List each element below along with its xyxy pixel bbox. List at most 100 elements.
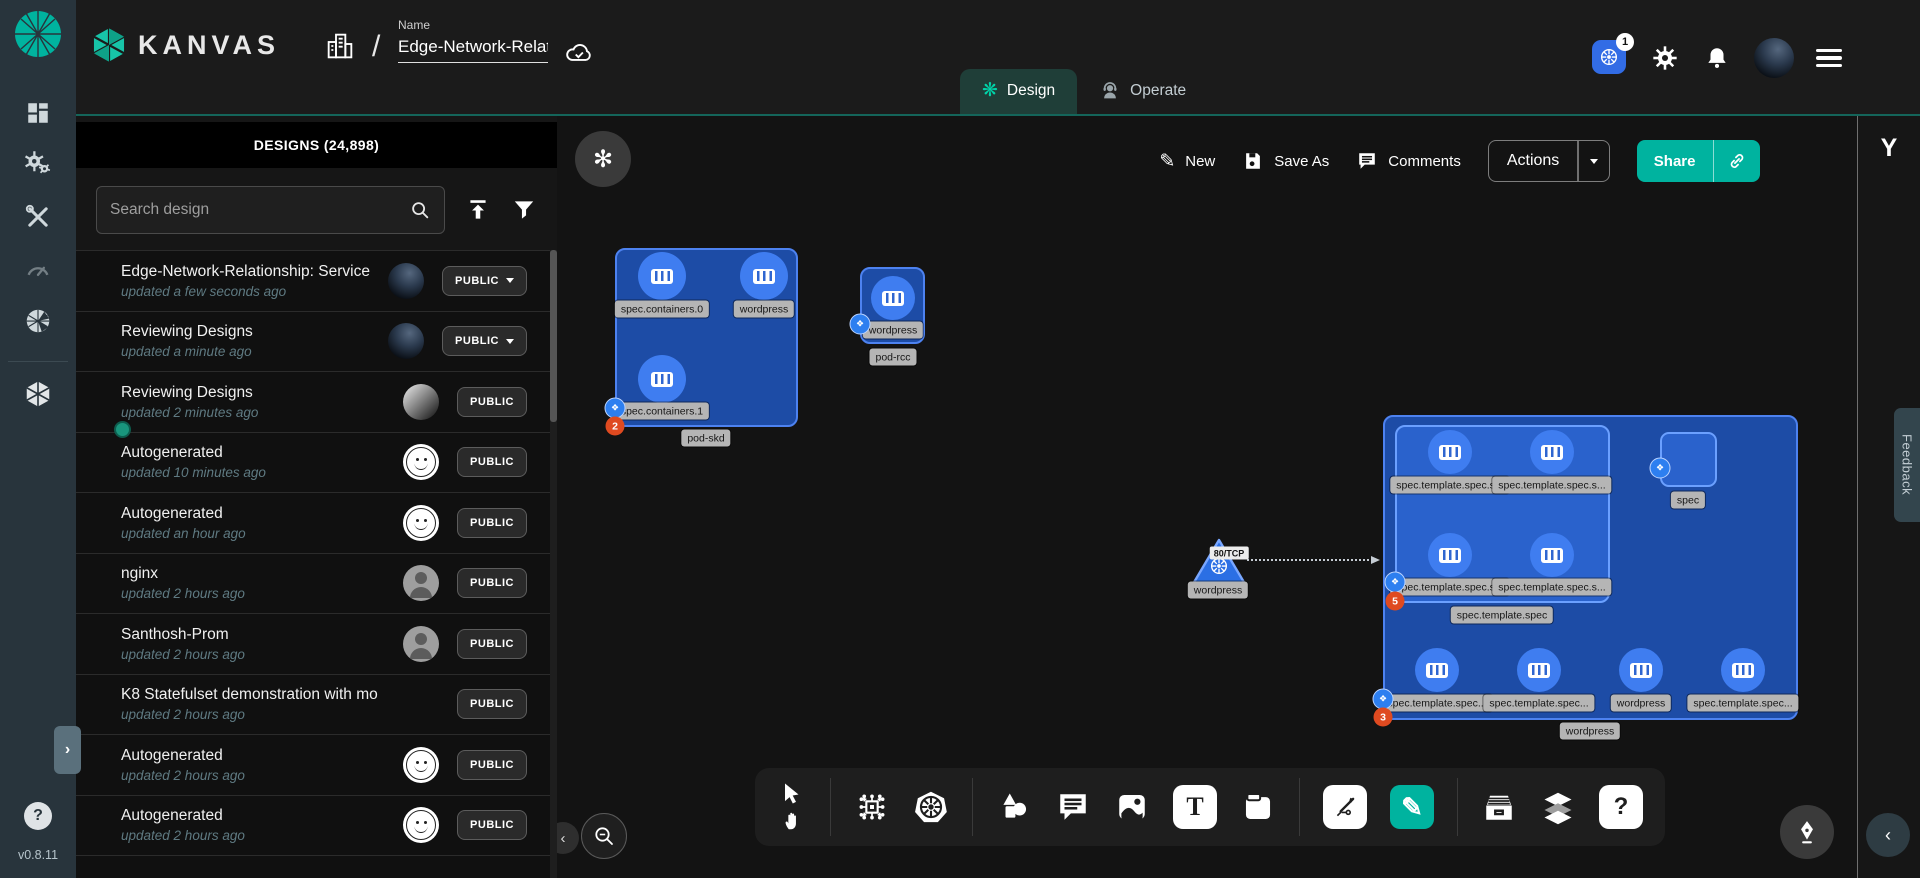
container-node[interactable] [1721, 648, 1765, 692]
design-list-item[interactable]: Autogenerated updated 2 hours ago PUBLIC [76, 734, 557, 795]
kanvas-hexagon-icon[interactable] [21, 377, 55, 411]
container-node[interactable] [1415, 648, 1459, 692]
design-title: Edge-Network-Relationship: Service [121, 263, 388, 281]
visibility-badge[interactable]: PUBLIC [457, 689, 527, 719]
visibility-badge[interactable]: PUBLIC [457, 810, 527, 840]
design-list-item[interactable]: nginx updated 2 hours ago PUBLIC [76, 553, 557, 614]
new-button[interactable]: ✎ New [1159, 150, 1215, 173]
share-button[interactable]: Share [1637, 140, 1760, 182]
header-right-controls: 1 [1592, 0, 1842, 116]
layers-icon[interactable] [1540, 789, 1576, 825]
components-icon[interactable] [854, 789, 890, 825]
design-list-item[interactable]: Autogenerated updated an hour ago PUBLIC [76, 492, 557, 553]
error-count-badge[interactable]: 5 [1386, 592, 1405, 611]
network-edge[interactable] [1247, 559, 1377, 561]
spec-node[interactable] [1660, 432, 1717, 487]
design-updated: updated 10 minutes ago [121, 465, 403, 480]
filter-icon[interactable] [511, 195, 537, 225]
design-list-item[interactable]: Reviewing Designs updated a minute ago P… [76, 311, 557, 372]
kubernetes-icon[interactable] [913, 789, 949, 825]
shapes-icon[interactable] [996, 789, 1032, 825]
tab-operate[interactable]: Operate [1077, 70, 1208, 114]
design-canvas[interactable]: ✻ ✎ New Save As Comments Actions [557, 116, 1857, 878]
version-history-icon[interactable]: Y [1881, 134, 1898, 163]
user-avatar[interactable] [1754, 38, 1794, 78]
help-icon[interactable]: ? [1599, 785, 1643, 829]
layer5-logo-icon[interactable] [13, 9, 63, 59]
error-count-badge[interactable]: 3 [1374, 708, 1393, 727]
lifecycle-gears-icon[interactable] [21, 148, 55, 182]
design-list-item[interactable]: Autogenerated updated 2 hours ago PUBLIC [76, 795, 557, 856]
performance-gauge-icon[interactable] [21, 252, 55, 286]
design-name-input[interactable] [398, 35, 548, 63]
visibility-badge[interactable]: PUBLIC [442, 326, 527, 356]
design-list-item[interactable]: Santhosh-Prom updated 2 hours ago PUBLIC [76, 613, 557, 674]
import-design-icon[interactable] [465, 195, 491, 225]
container-node[interactable] [871, 276, 915, 320]
pen-path-icon[interactable] [1323, 785, 1367, 829]
pen-mode-button[interactable] [1780, 805, 1834, 859]
container-node[interactable] [638, 355, 686, 403]
visibility-badge[interactable]: PUBLIC [457, 508, 527, 538]
visibility-badge[interactable]: PUBLIC [457, 447, 527, 477]
settings-gear-icon[interactable] [1650, 43, 1680, 73]
visibility-badge[interactable]: PUBLIC [457, 750, 527, 780]
container-node[interactable] [638, 252, 686, 300]
dashboard-icon[interactable] [21, 96, 55, 130]
comments-button[interactable]: Comments [1356, 150, 1461, 172]
designs-scrollbar-thumb[interactable] [550, 250, 557, 422]
container-node[interactable] [1530, 430, 1574, 474]
error-count-badge[interactable]: 2 [606, 417, 625, 436]
design-list-item[interactable]: Autogenerated updated 10 minutes ago PUB… [76, 432, 557, 493]
designs-search-row [96, 186, 537, 234]
actions-button[interactable]: Actions [1488, 140, 1610, 182]
visibility-badge[interactable]: PUBLIC [457, 387, 527, 417]
notifications-bell-icon[interactable] [1702, 43, 1732, 73]
node-label: spec [1671, 492, 1705, 509]
container-node[interactable] [1428, 533, 1472, 577]
text-icon[interactable]: T [1173, 785, 1217, 829]
help-icon[interactable]: ? [24, 802, 52, 830]
collapse-right-panel-icon[interactable]: ‹ [1866, 813, 1910, 857]
visibility-badge[interactable]: PUBLIC [457, 629, 527, 659]
design-list-item[interactable]: Reviewing Designs updated 2 minutes ago … [76, 371, 557, 432]
search-input[interactable] [110, 201, 409, 219]
service-node[interactable] [1190, 537, 1248, 587]
design-owner-avatar [403, 444, 439, 480]
chevron-down-icon[interactable] [1579, 141, 1609, 181]
collapse-left-panel-icon[interactable]: ‹ [557, 822, 579, 854]
visibility-badge[interactable]: PUBLIC [457, 568, 527, 598]
design-owner-avatar [403, 565, 439, 601]
sidebar-expand-handle[interactable]: › [54, 726, 81, 774]
design-list-item[interactable]: Edge-Network-Relationship: Service updat… [76, 250, 557, 311]
freehand-draw-icon[interactable]: ✎ [1390, 785, 1434, 829]
search-icon[interactable] [409, 199, 431, 221]
kanvas-brand[interactable]: KANVAS [90, 26, 280, 64]
drawer-icon[interactable] [1481, 789, 1517, 825]
container-node[interactable] [1428, 430, 1472, 474]
copy-link-icon[interactable] [1714, 140, 1760, 182]
container-node[interactable] [1530, 533, 1574, 577]
configuration-tools-icon[interactable] [21, 200, 55, 234]
tab-design[interactable]: ❋ Design [960, 69, 1077, 114]
collaborator-presence-dot [114, 421, 131, 438]
container-node[interactable] [740, 252, 788, 300]
select-cursor-icon[interactable] [777, 781, 807, 805]
kubernetes-context-button[interactable]: 1 [1592, 40, 1628, 76]
menu-icon[interactable] [1816, 49, 1842, 68]
design-owner-avatar [403, 807, 439, 843]
feedback-tab[interactable]: Feedback [1894, 408, 1920, 522]
mesh-icon[interactable] [21, 304, 55, 338]
zoom-button[interactable] [581, 813, 627, 859]
visibility-badge[interactable]: PUBLIC [442, 266, 527, 296]
comment-icon[interactable] [1055, 789, 1091, 825]
organization-icon[interactable] [324, 30, 356, 62]
design-list-item[interactable]: K8 Statefulset demonstration with mo upd… [76, 674, 557, 735]
container-node[interactable] [1619, 648, 1663, 692]
note-icon[interactable] [1240, 789, 1276, 825]
save-as-button[interactable]: Save As [1242, 150, 1329, 172]
container-node[interactable] [1517, 648, 1561, 692]
pan-hand-icon[interactable] [777, 809, 807, 833]
canvas-widgets-button[interactable]: ✻ [575, 131, 631, 187]
image-icon[interactable] [1114, 789, 1150, 825]
